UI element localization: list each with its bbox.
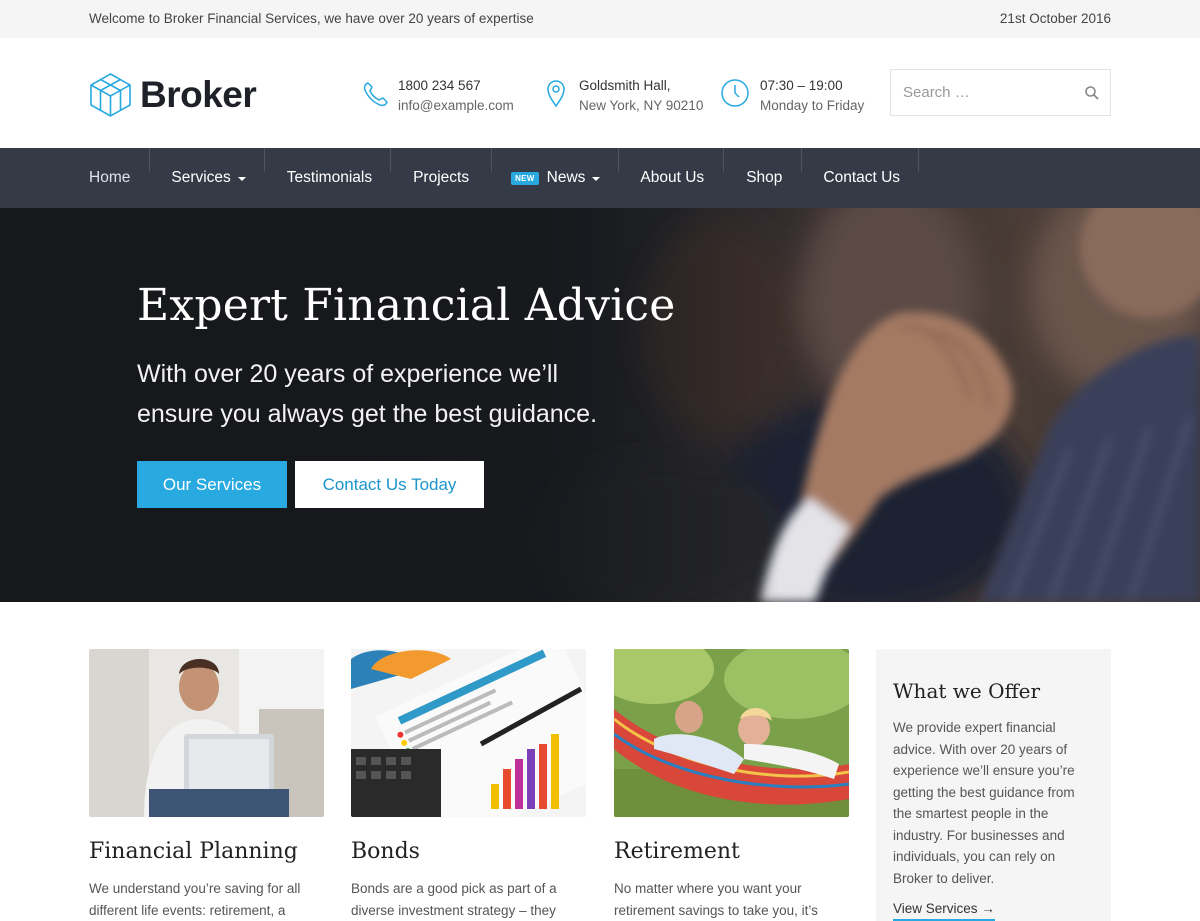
address-line-1: Goldsmith Hall, <box>579 78 671 93</box>
nav-item-home[interactable]: Home <box>89 148 149 208</box>
site-header: Broker 1800 234 567 info@example.com Gol… <box>0 38 1200 148</box>
nav-item-contact-us[interactable]: Contact Us <box>802 148 918 208</box>
service-card-retirement: Retirement No matter where you want your… <box>614 649 849 921</box>
map-pin-icon <box>547 80 565 108</box>
opening-hours: 07:30 – 19:00 <box>760 78 843 93</box>
logo-text: Broker <box>140 74 257 115</box>
nav-item-label: Shop <box>746 169 783 186</box>
contact-address-block: Goldsmith Hall, New York, NY 90210 <box>543 76 703 116</box>
address-line-2: New York, NY 90210 <box>579 98 704 113</box>
offer-text: We provide expert financial advice. With… <box>893 720 1075 886</box>
welcome-message: Welcome to Broker Financial Services, we… <box>89 11 534 26</box>
card-title[interactable]: Bonds <box>351 839 586 864</box>
nav-divider <box>918 148 920 172</box>
nav-item-projects[interactable]: Projects <box>391 148 491 208</box>
cube-logo-icon <box>90 73 131 117</box>
nav-item-shop[interactable]: Shop <box>724 148 801 208</box>
nav-item-about-us[interactable]: About Us <box>619 148 723 208</box>
hero-subtitle: With over 20 years of experience we’ll e… <box>137 360 598 428</box>
hero-title: Expert Financial Advice <box>137 280 676 331</box>
nav-item-label: Contact Us <box>823 169 901 186</box>
nav-item-services[interactable]: Services <box>150 148 263 208</box>
card-excerpt: Bonds are a good pick as part of a diver… <box>351 881 557 918</box>
phone-number[interactable]: 1800 234 567 <box>398 76 514 96</box>
site-logo[interactable]: Broker <box>89 72 257 118</box>
bonds-image[interactable] <box>351 649 586 817</box>
card-title[interactable]: Financial Planning <box>89 839 324 864</box>
main-navigation: Home Services Testimonials Projects NEW … <box>0 148 1200 208</box>
service-card-bonds: Bonds Bonds are a good pick as part of a… <box>351 649 586 921</box>
opening-hours-block: 07:30 – 19:00 Monday to Friday <box>720 76 864 116</box>
financial-planning-image[interactable] <box>89 649 324 817</box>
search-box <box>890 69 1111 116</box>
search-icon[interactable] <box>1084 85 1100 101</box>
email-address[interactable]: info@example.com <box>398 96 514 116</box>
nav-item-label: News <box>546 169 586 186</box>
card-excerpt: We understand you’re saving for all diff… <box>89 881 301 918</box>
card-title[interactable]: Retirement <box>614 839 849 864</box>
retirement-image[interactable] <box>614 649 849 817</box>
nav-item-label: Testimonials <box>286 169 373 186</box>
nav-item-news[interactable]: NEW News <box>492 148 618 208</box>
contact-us-today-button[interactable]: Contact Us Today <box>295 461 484 508</box>
chevron-down-icon <box>592 177 601 181</box>
contact-phone-block: 1800 234 567 info@example.com <box>362 76 514 116</box>
clock-icon <box>721 79 749 107</box>
search-input[interactable] <box>891 70 1071 115</box>
nav-item-label: Projects <box>413 169 470 186</box>
opening-days: Monday to Friday <box>760 98 865 113</box>
phone-icon <box>363 82 388 107</box>
new-badge: NEW <box>511 171 539 185</box>
hero-banner: Expert Financial Advice With over 20 yea… <box>0 208 1200 602</box>
current-date: 21st October 2016 <box>999 11 1111 26</box>
nav-item-label: Home <box>89 169 131 186</box>
chevron-down-icon <box>237 177 246 181</box>
our-services-button[interactable]: Our Services <box>137 461 287 508</box>
nav-item-testimonials[interactable]: Testimonials <box>265 148 390 208</box>
offer-title: What we Offer <box>893 679 1041 703</box>
view-services-link[interactable]: View Services → <box>893 901 995 921</box>
nav-item-label: About Us <box>640 169 705 186</box>
service-card-financial-planning: Financial Planning We understand you’re … <box>89 649 324 921</box>
top-bar: Welcome to Broker Financial Services, we… <box>0 0 1200 38</box>
what-we-offer-widget: What we Offer We provide expert financia… <box>876 649 1111 921</box>
nav-item-label: Services <box>171 169 231 186</box>
card-excerpt: No matter where you want your retirement… <box>614 881 818 918</box>
